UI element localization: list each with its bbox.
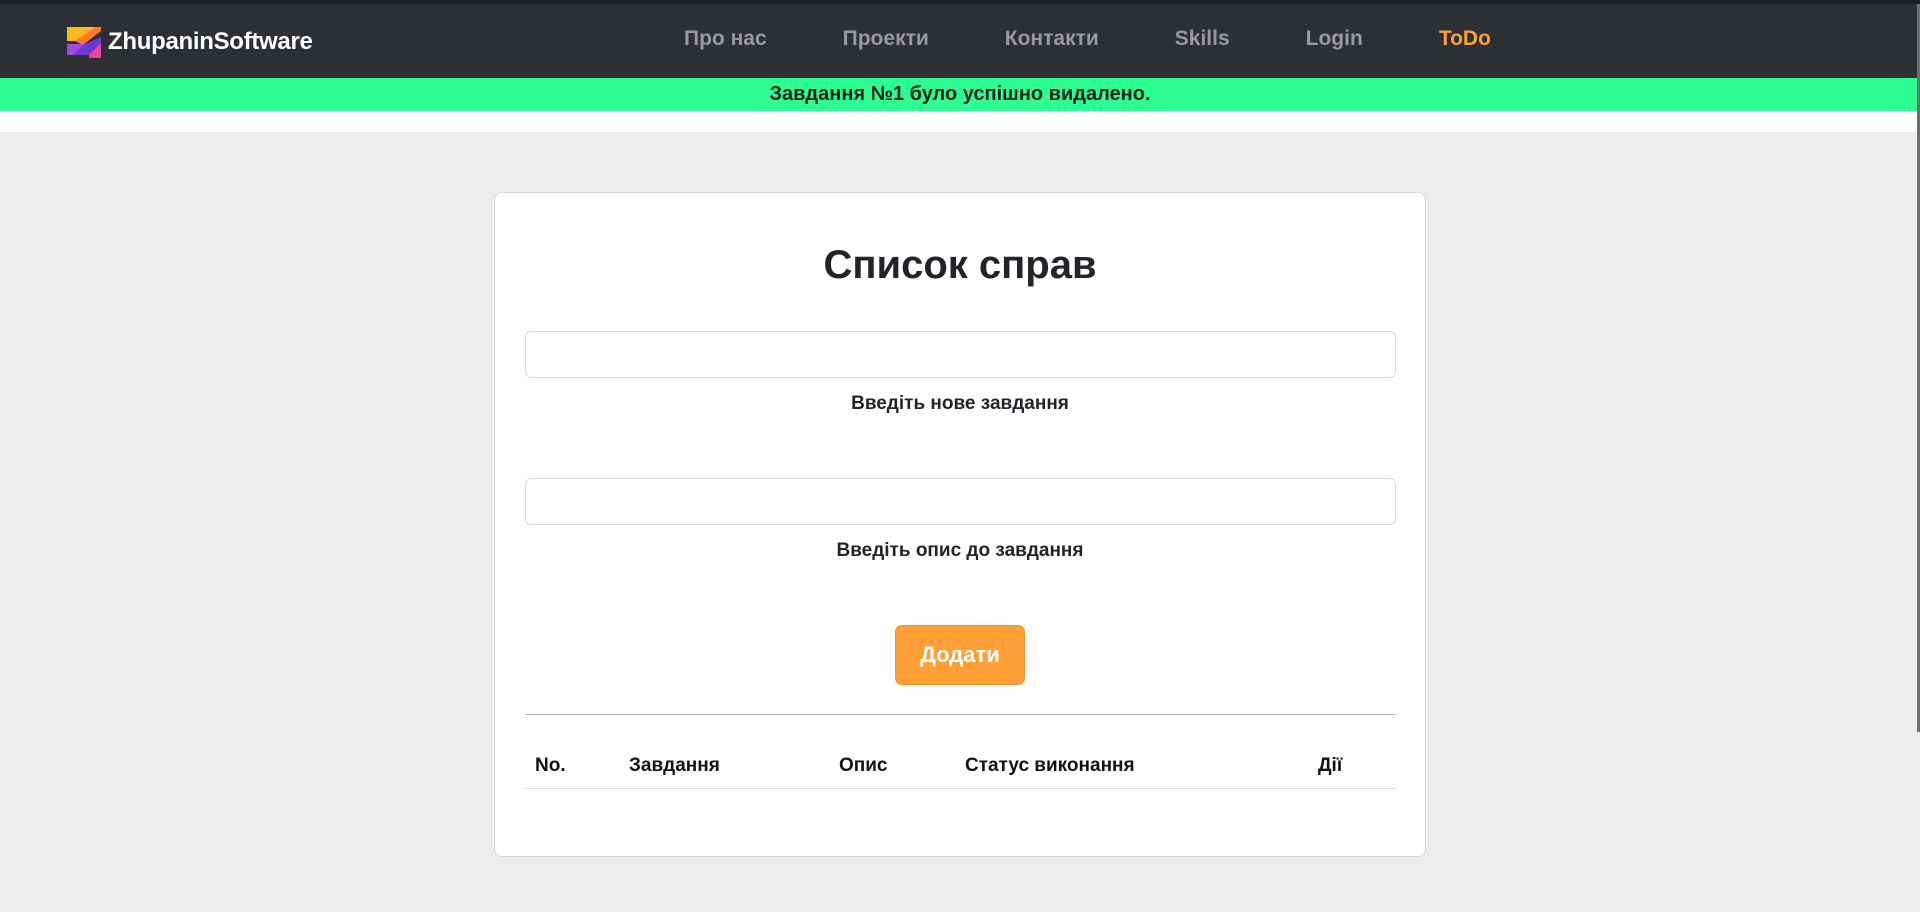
nav-link-login[interactable]: Login — [1306, 27, 1363, 51]
task-input-label: Введіть нове завдання — [851, 393, 1069, 414]
header-spacer — [0, 111, 1920, 132]
nav-link-projects[interactable]: Проекти — [843, 27, 929, 51]
brand[interactable]: ZhupaninSoftware — [65, 26, 313, 58]
column-header-task: Завдання — [629, 755, 720, 776]
tasks-table-header: No. Завдання Опис Статус виконання Дії — [525, 743, 1396, 789]
column-header-actions: Дії — [1318, 755, 1343, 776]
brand-name: ZhupaninSoftware — [108, 28, 313, 55]
nav-links: Про нас Проекти Контакти Skills Login To… — [684, 27, 1491, 51]
nav-link-contacts[interactable]: Контакти — [1005, 27, 1099, 51]
add-task-button[interactable]: Додати — [895, 625, 1025, 685]
nav-link-todo[interactable]: ToDo — [1439, 27, 1491, 51]
nav-link-about[interactable]: Про нас — [684, 27, 767, 51]
navbar: ZhupaninSoftware Про нас Проекти Контакт… — [0, 4, 1920, 78]
logo-icon — [67, 26, 101, 58]
success-alert: Завдання №1 було успішно видалено. — [0, 78, 1920, 111]
column-header-description: Опис — [839, 755, 888, 776]
column-header-status: Статус виконання — [965, 755, 1135, 776]
nav-link-skills[interactable]: Skills — [1175, 27, 1230, 51]
task-input[interactable] — [525, 331, 1396, 378]
divider — [525, 714, 1396, 715]
description-input[interactable] — [525, 478, 1396, 525]
page-title: Список справ — [823, 243, 1097, 287]
column-header-number: No. — [535, 755, 566, 776]
todo-card: Список справ Введіть нове завдання Введі… — [494, 192, 1426, 857]
description-input-label: Введіть опис до завдання — [836, 540, 1084, 561]
